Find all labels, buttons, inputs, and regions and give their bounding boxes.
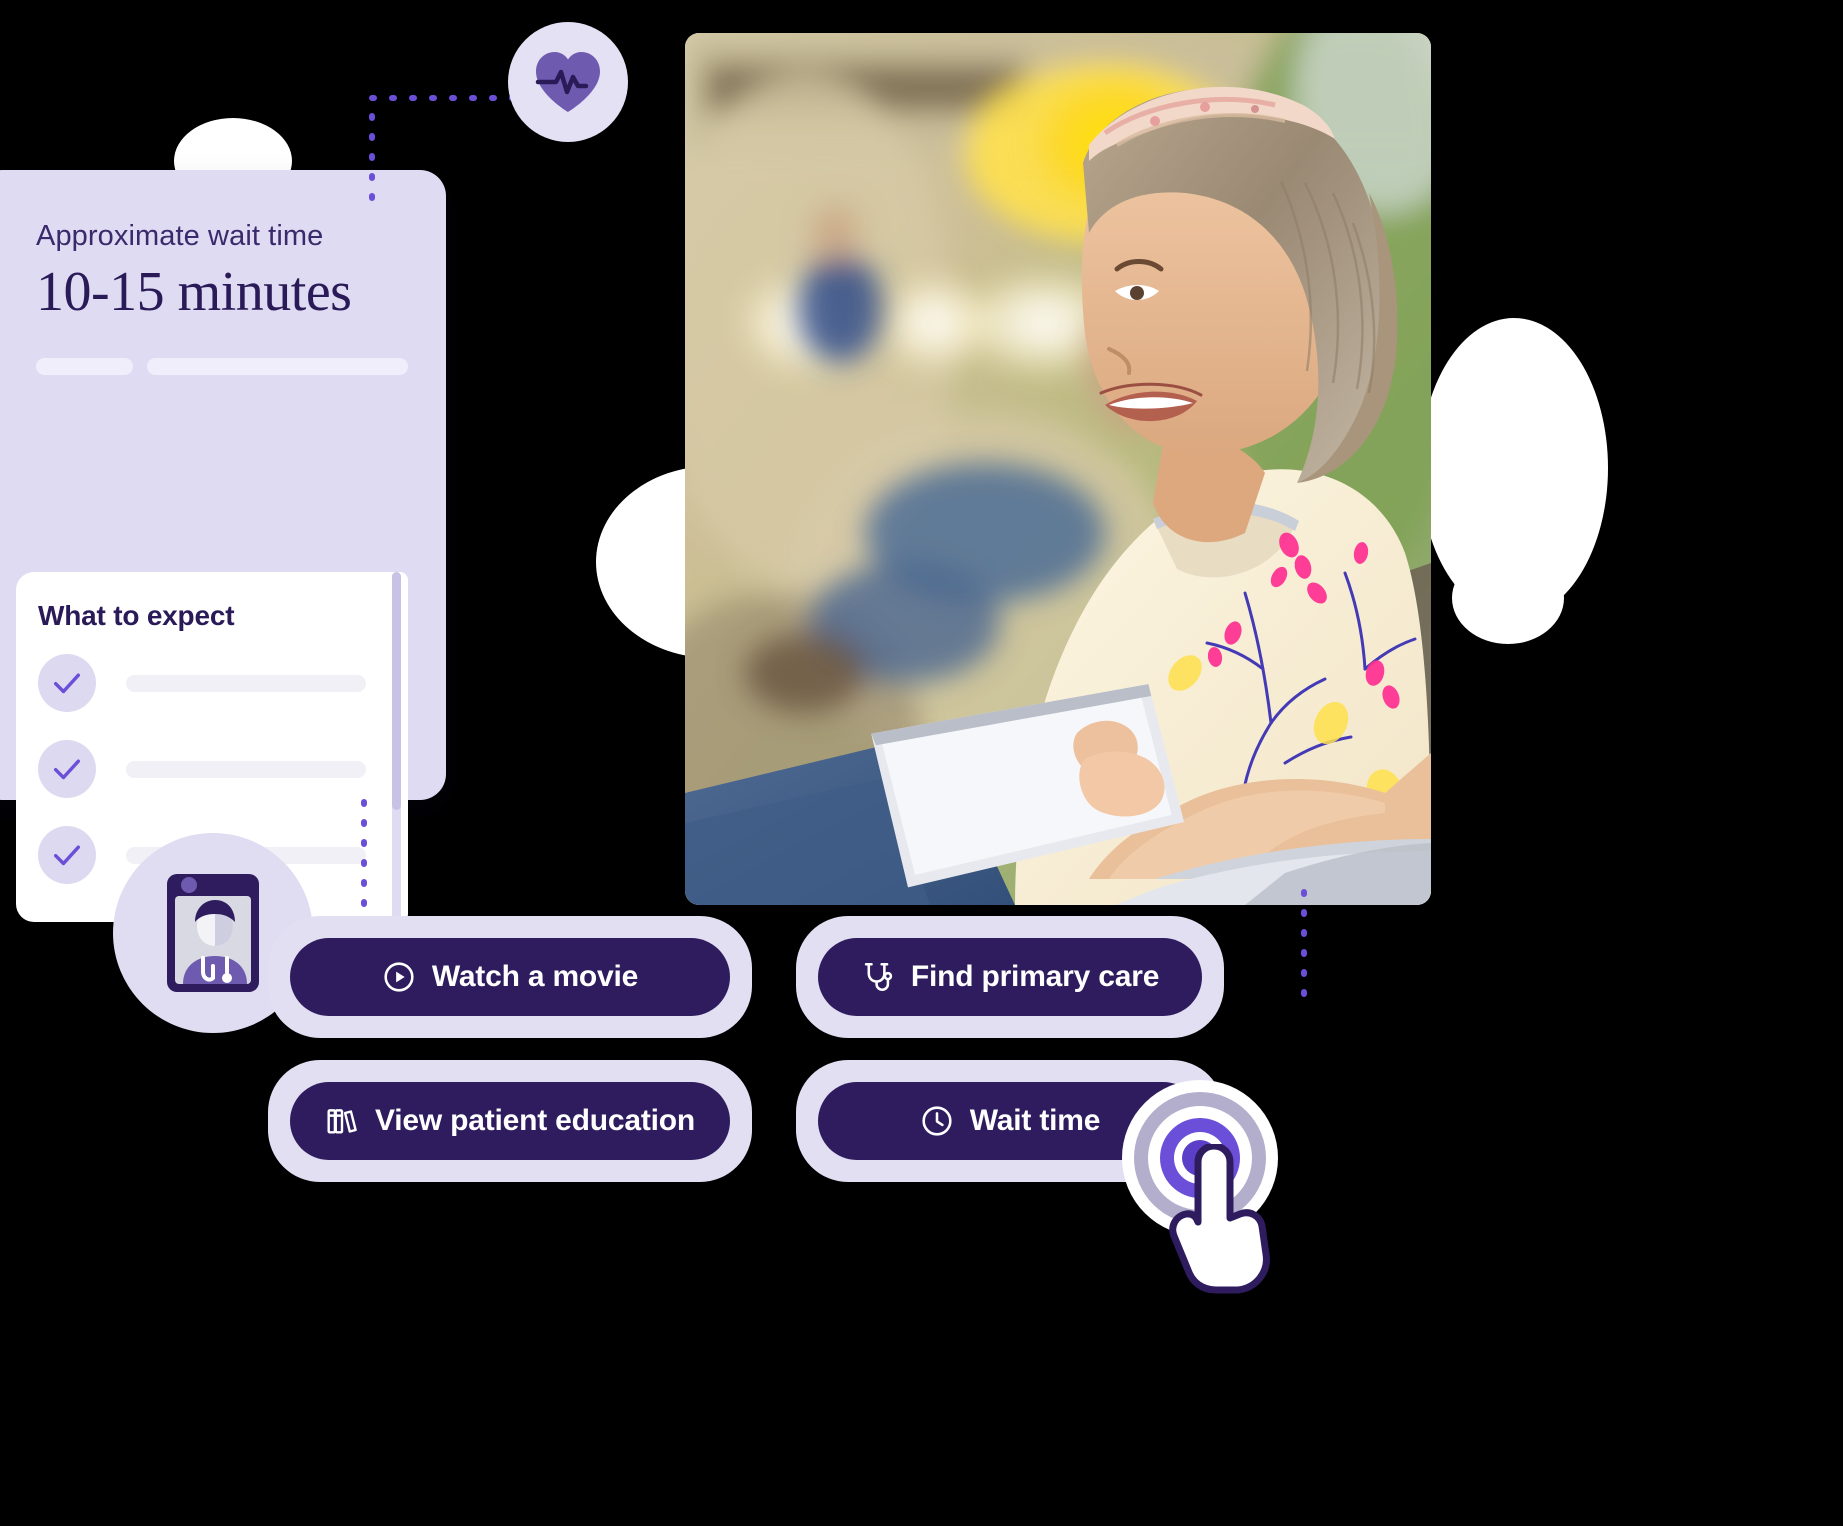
list-item-placeholder [126, 674, 366, 692]
check-icon [38, 654, 96, 712]
watch-a-movie-button[interactable]: Watch a movie [290, 938, 730, 1016]
button-wrapper: View patient education [268, 1060, 752, 1182]
check-icon [38, 826, 96, 884]
button-wrapper: Wait time [796, 1060, 1224, 1182]
scrollbar-thumb[interactable] [392, 572, 401, 810]
wait-time-button[interactable]: Wait time [818, 1082, 1202, 1160]
composition-stage: Approximate wait time 10-15 minutes What… [0, 0, 1843, 1526]
placeholder-bar [36, 357, 134, 375]
wait-time-label: Approximate wait time [36, 220, 324, 252]
clock-icon [920, 1104, 954, 1138]
action-buttons-panel: Watch a movie Find primary care View pat… [268, 916, 1268, 1182]
list-item-placeholder [126, 760, 366, 778]
play-circle-icon [382, 960, 416, 994]
placeholder-bars [36, 357, 408, 375]
button-label: Watch a movie [431, 960, 639, 993]
decorative-blob [1420, 318, 1608, 618]
connector-photo-to-buttons [1289, 889, 1410, 1020]
wait-time-card: Approximate wait time 10-15 minutes What… [0, 170, 446, 922]
button-label: View patient education [374, 1104, 696, 1137]
button-label: Find primary care [910, 960, 1160, 993]
button-wrapper: Watch a movie [268, 916, 752, 1038]
list-item [16, 654, 408, 712]
heart-pulse-icon [508, 22, 628, 142]
find-primary-care-button[interactable]: Find primary care [818, 938, 1202, 1016]
waiting-room-photo [685, 33, 1431, 905]
list-item [16, 740, 408, 798]
decorative-blob [1452, 552, 1564, 644]
stethoscope-icon [861, 960, 895, 994]
placeholder-bar [147, 357, 408, 375]
wait-time-value: 10-15 minutes [36, 261, 352, 323]
what-to-expect-title: What to expect [38, 600, 235, 631]
button-wrapper: Find primary care [796, 916, 1224, 1038]
view-patient-education-button[interactable]: View patient education [290, 1082, 730, 1160]
books-icon [325, 1104, 359, 1138]
button-label: Wait time [969, 1104, 1101, 1137]
check-icon [38, 740, 96, 798]
